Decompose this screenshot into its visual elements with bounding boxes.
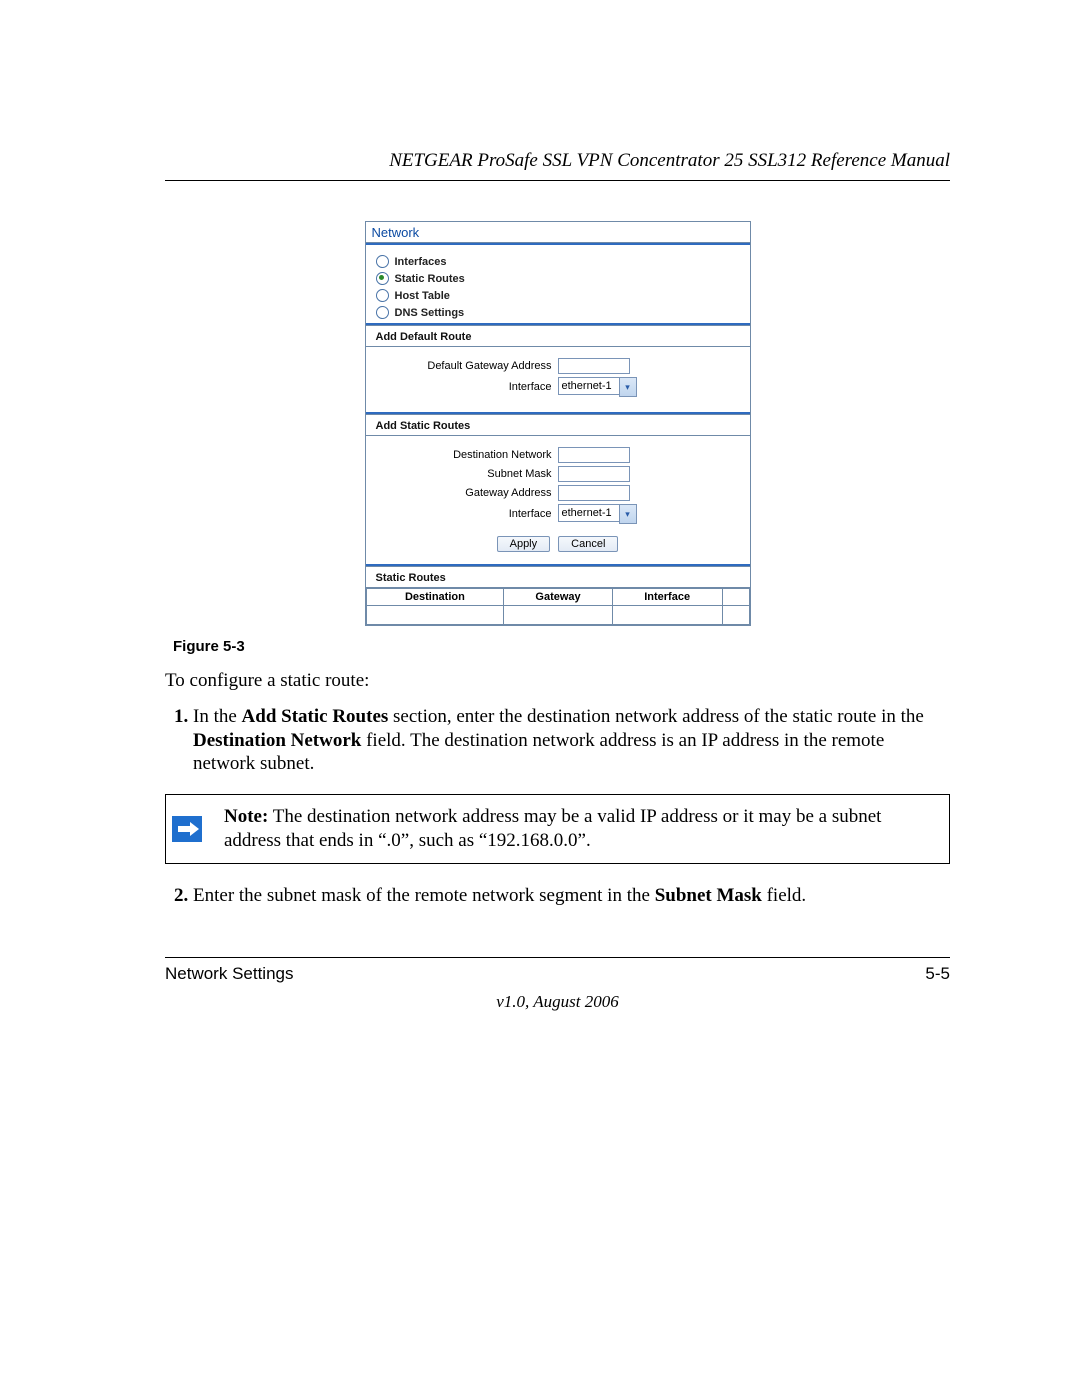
footer-right: 5-5: [925, 964, 950, 984]
radio-label: Interfaces: [395, 256, 447, 268]
panel-title: Network: [366, 222, 750, 243]
chevron-down-icon: ▾: [619, 377, 637, 397]
static-interface-select[interactable]: ethernet-1 ▾: [558, 504, 637, 524]
footer-rule: [165, 957, 950, 958]
radio-host-table[interactable]: Host Table: [376, 287, 740, 304]
subnet-mask-label: Subnet Mask: [376, 468, 552, 480]
apply-button[interactable]: Apply: [497, 536, 551, 552]
cancel-button[interactable]: Cancel: [558, 536, 618, 552]
radio-static-routes[interactable]: Static Routes: [376, 270, 740, 287]
default-gateway-label: Default Gateway Address: [376, 360, 552, 372]
col-action: [722, 589, 749, 606]
table-row: [366, 606, 749, 625]
radio-interfaces[interactable]: Interfaces: [376, 253, 740, 270]
gateway-address-label: Gateway Address: [376, 487, 552, 499]
select-text: ethernet-1: [558, 504, 619, 522]
static-routes-table-heading: Static Routes: [366, 566, 750, 588]
subnet-mask-input[interactable]: [558, 466, 630, 482]
radio-icon: [376, 255, 389, 268]
step-2: Enter the subnet mask of the remote netw…: [193, 884, 950, 908]
radio-label: Static Routes: [395, 273, 465, 285]
radio-icon: [376, 306, 389, 319]
col-interface: Interface: [612, 589, 722, 606]
default-interface-label: Interface: [376, 381, 552, 393]
radio-icon: [376, 272, 389, 285]
add-default-route-heading: Add Default Route: [366, 325, 750, 347]
default-interface-select[interactable]: ethernet-1 ▾: [558, 377, 637, 397]
radio-icon: [376, 289, 389, 302]
note-box: Note: The destination network address ma…: [165, 794, 950, 864]
default-gateway-input[interactable]: [558, 358, 630, 374]
add-static-routes-heading: Add Static Routes: [366, 414, 750, 436]
chevron-down-icon: ▾: [619, 504, 637, 524]
network-panel: Network Interfaces Static Routes Host Ta…: [365, 221, 751, 626]
step-1: In the Add Static Routes section, enter …: [193, 705, 950, 776]
static-interface-label: Interface: [376, 508, 552, 520]
gateway-address-input[interactable]: [558, 485, 630, 501]
dest-network-input[interactable]: [558, 447, 630, 463]
col-gateway: Gateway: [504, 589, 612, 606]
footer-version: v1.0, August 2006: [165, 992, 950, 1012]
arrow-right-icon: [166, 795, 208, 863]
note-text: Note: The destination network address ma…: [208, 795, 949, 863]
select-text: ethernet-1: [558, 377, 619, 395]
page-header-title: NETGEAR ProSafe SSL VPN Concentrator 25 …: [165, 150, 950, 172]
static-routes-table: Destination Gateway Interface: [366, 588, 750, 625]
col-destination: Destination: [366, 589, 504, 606]
footer-left: Network Settings: [165, 964, 294, 984]
dest-network-label: Destination Network: [376, 449, 552, 461]
intro-text: To configure a static route:: [165, 669, 950, 693]
figure-caption: Figure 5-3: [173, 638, 950, 655]
radio-label: Host Table: [395, 290, 450, 302]
radio-dns-settings[interactable]: DNS Settings: [376, 304, 740, 321]
radio-label: DNS Settings: [395, 307, 465, 319]
header-rule: [165, 180, 950, 181]
